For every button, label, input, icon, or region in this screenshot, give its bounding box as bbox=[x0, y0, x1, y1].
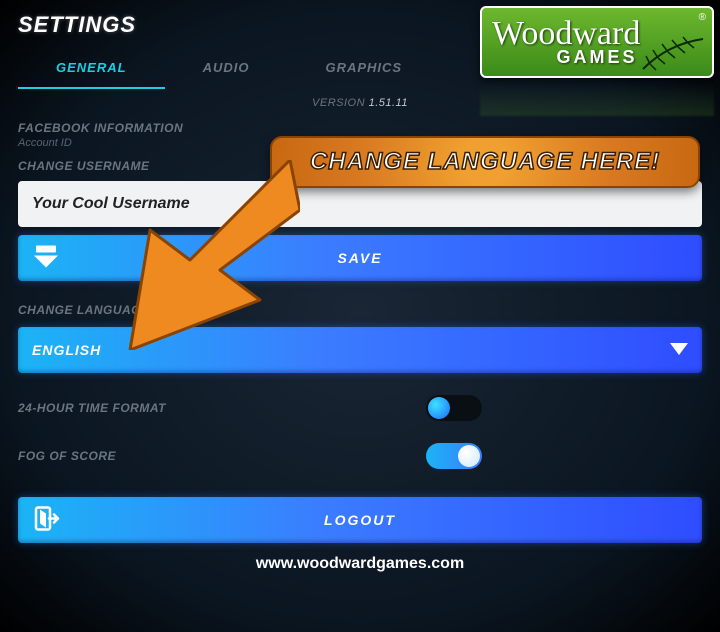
callout-banner: CHANGE LANGUAGE HERE! bbox=[270, 136, 700, 188]
registered-mark: ® bbox=[699, 12, 706, 23]
badge-reflection bbox=[480, 80, 714, 116]
footer-url: www.woodwardgames.com bbox=[18, 555, 702, 573]
version-prefix: VERSION bbox=[312, 97, 365, 109]
fog-of-score-row: FOG OF SCORE bbox=[18, 443, 702, 469]
tab-general[interactable]: GENERAL bbox=[18, 48, 165, 89]
chevron-down-icon bbox=[670, 342, 688, 358]
change-language-heading: CHANGE LANGUAGE bbox=[18, 303, 702, 317]
time-format-row: 24-HOUR TIME FORMAT bbox=[18, 395, 702, 421]
toggle-knob bbox=[458, 445, 480, 467]
logout-label: LOGOUT bbox=[324, 512, 396, 528]
tab-graphics[interactable]: GRAPHICS bbox=[287, 48, 440, 89]
language-selected-label: ENGLISH bbox=[32, 342, 101, 358]
fog-of-score-label: FOG OF SCORE bbox=[18, 449, 116, 463]
toggle-knob bbox=[428, 397, 450, 419]
save-label: SAVE bbox=[337, 250, 382, 266]
time-format-label: 24-HOUR TIME FORMAT bbox=[18, 401, 166, 415]
fog-of-score-toggle[interactable] bbox=[426, 443, 482, 469]
callout-text: CHANGE LANGUAGE HERE! bbox=[310, 148, 660, 176]
tab-audio[interactable]: AUDIO bbox=[165, 48, 288, 89]
logout-button[interactable]: LOGOUT bbox=[18, 497, 702, 543]
time-format-toggle[interactable] bbox=[426, 395, 482, 421]
facebook-heading: FACEBOOK INFORMATION bbox=[18, 121, 702, 135]
woodward-games-badge: Woodward GAMES ® bbox=[480, 6, 714, 78]
language-select[interactable]: ENGLISH bbox=[18, 327, 702, 373]
version-number: 1.51.11 bbox=[369, 97, 408, 109]
save-button[interactable]: SAVE bbox=[18, 235, 702, 281]
fern-icon bbox=[638, 34, 708, 74]
logout-icon bbox=[34, 506, 60, 535]
save-icon bbox=[34, 246, 58, 271]
